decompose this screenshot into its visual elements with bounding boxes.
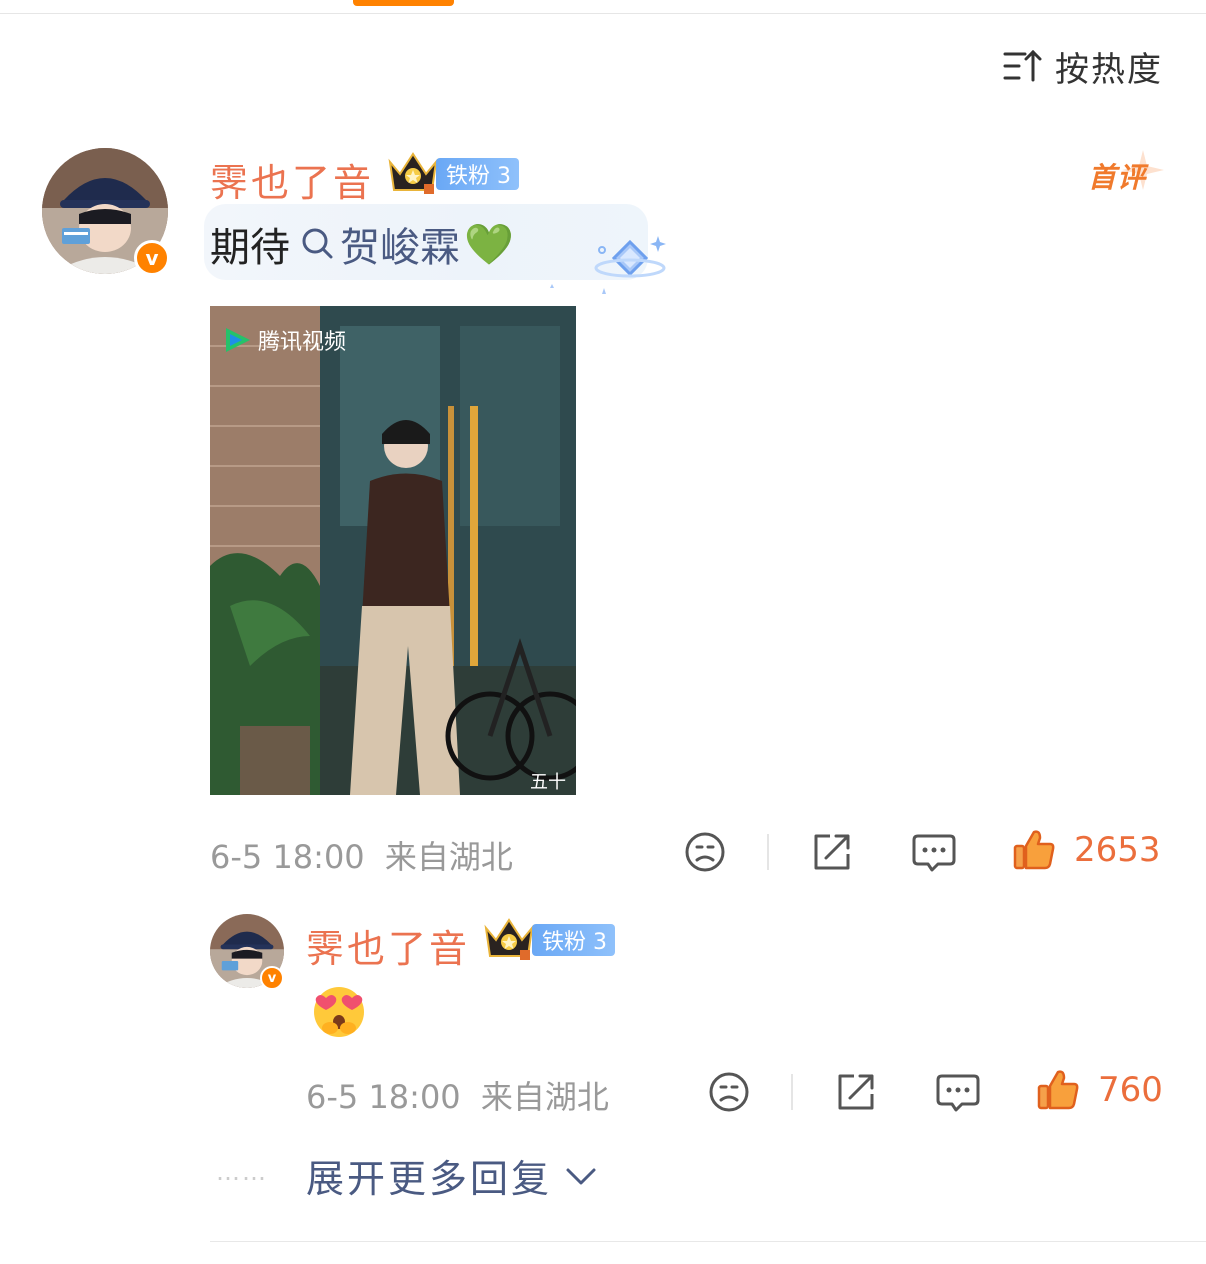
comment-icon[interactable] (936, 1072, 980, 1114)
comment-icon[interactable] (912, 832, 956, 874)
action-divider (767, 834, 769, 870)
comment-time: 6-5 18:00 (210, 838, 365, 876)
comment-text: 期待 贺峻霖 💚 (210, 216, 514, 272)
action-divider (791, 1074, 793, 1110)
fan-level-badge: 铁粉 3 (436, 158, 519, 190)
comment-avatar[interactable]: v (42, 148, 170, 276)
share-icon[interactable] (810, 830, 854, 874)
comment-username[interactable]: 霁也了音 (210, 152, 374, 207)
comment-image[interactable]: 腾讯视频 五十 (210, 306, 576, 795)
expand-more-replies-label: 展开更多回复 (306, 1157, 553, 1201)
first-comment-tag: 首评 (1088, 148, 1166, 196)
comment-location: 来自湖北 (384, 838, 513, 876)
reply-time: 6-5 18:00 (306, 1078, 461, 1116)
crown-icon (388, 152, 438, 194)
top-divider (0, 13, 1206, 14)
like-count: 2653 (1074, 830, 1161, 870)
expand-dots: …… (216, 1158, 268, 1186)
comment-meta: 6-5 18:00 来自湖北 (210, 832, 513, 878)
green-heart-emoji: 💚 (464, 221, 514, 268)
active-tab-indicator (353, 0, 454, 6)
image-watermark: 腾讯视频 (222, 324, 346, 356)
comment-text-prefix: 期待 (210, 225, 290, 271)
sort-by-hot-button[interactable]: 按热度 (1003, 44, 1163, 90)
heart-eyes-emoji-icon (314, 987, 364, 1037)
verified-v-icon: v (134, 240, 170, 276)
like-count: 760 (1098, 1070, 1163, 1110)
chevron-down-icon (566, 1168, 596, 1184)
search-icon (302, 228, 333, 259)
sort-icon (1003, 49, 1042, 82)
bottom-divider (210, 1241, 1206, 1242)
like-button[interactable]: 2653 (1012, 828, 1161, 872)
diamond-bubble-decoration-icon (550, 236, 666, 294)
thumbs-up-icon (1037, 1070, 1079, 1110)
topic-label: 贺峻霖 (340, 225, 460, 271)
reply-location: 来自湖北 (480, 1078, 609, 1116)
image-corner-text: 五十 (530, 772, 566, 793)
topic-link[interactable]: 贺峻霖 (290, 215, 460, 273)
share-icon[interactable] (834, 1070, 878, 1114)
like-button[interactable]: 760 (1036, 1068, 1163, 1112)
thumbs-up-icon (1013, 830, 1055, 870)
verified-v-icon: v (260, 966, 284, 990)
sort-label: 按热度 (1055, 49, 1163, 90)
fan-level-badge: 铁粉 3 (532, 924, 615, 956)
reply-username[interactable]: 霁也了音 (306, 918, 470, 973)
dislike-face-icon[interactable] (708, 1071, 750, 1113)
expand-more-replies-button[interactable]: 展开更多回复 (306, 1148, 598, 1203)
dislike-face-icon[interactable] (684, 831, 726, 873)
reply-avatar[interactable]: v (210, 914, 284, 990)
tencent-video-logo-icon (226, 328, 250, 352)
reply-meta: 6-5 18:00 来自湖北 (306, 1072, 609, 1118)
crown-icon (484, 918, 534, 960)
